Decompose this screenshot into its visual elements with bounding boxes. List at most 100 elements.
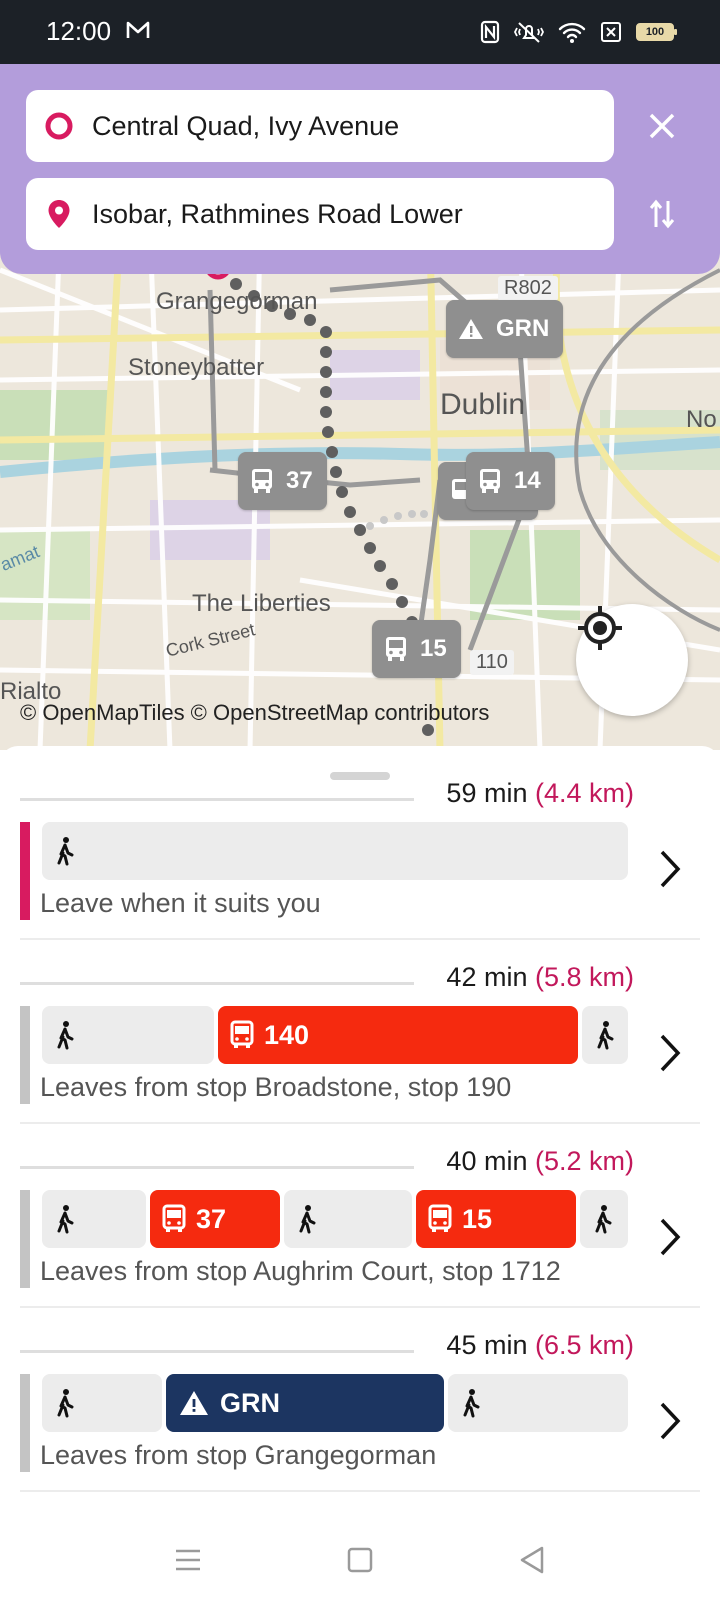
system-nav-bar xyxy=(0,1516,720,1600)
timeline-bar xyxy=(20,1350,414,1353)
nfc-icon xyxy=(480,20,500,44)
clear-button[interactable] xyxy=(638,102,686,150)
my-location-button[interactable] xyxy=(576,604,688,716)
leg-route-label: GRN xyxy=(220,1387,280,1418)
bus-icon xyxy=(428,1204,452,1232)
leg-route-label: 15 xyxy=(462,1203,493,1234)
itinerary-duration: 40 min xyxy=(446,1146,528,1176)
map-badge-15-label: 15 xyxy=(420,635,447,662)
destination-text: Isobar, Rathmines Road Lower xyxy=(92,198,463,229)
timeline-bar xyxy=(20,1166,414,1169)
walk-icon xyxy=(595,1205,612,1234)
divider xyxy=(20,1122,700,1124)
map-label-dublin: Dublin xyxy=(440,388,526,421)
itinerary-accent-bar xyxy=(20,1006,30,1104)
bus-leg: 15 xyxy=(416,1190,576,1248)
back-nav-icon[interactable] xyxy=(514,1542,550,1578)
itinerary-legs xyxy=(42,822,638,880)
map-view[interactable]: Grangegorman Stoneybatter Dublin The Lib… xyxy=(0,230,720,750)
chevron-right-icon[interactable] xyxy=(652,1208,692,1266)
map-badge-37-label: 37 xyxy=(286,467,313,494)
leg-route-label: 140 xyxy=(264,1019,310,1050)
map-badge-grn-label: GRN xyxy=(496,315,550,342)
origin-field[interactable]: Central Quad, Ivy Avenue xyxy=(26,90,614,162)
map-badge-14-label: 14 xyxy=(514,467,541,494)
walk-leg xyxy=(42,822,628,880)
walk-icon xyxy=(57,1205,74,1234)
walk-icon xyxy=(597,1021,614,1050)
map-label-liberties: The Liberties xyxy=(192,590,331,617)
map-label-no: No xyxy=(686,406,717,433)
crosshair-icon xyxy=(578,606,622,650)
itinerary-description: Leaves from stop Aughrim Court, stop 171… xyxy=(40,1256,561,1286)
bus-leg: 140 xyxy=(218,1006,578,1064)
itinerary-duration: 59 min xyxy=(446,778,528,808)
walk-icon xyxy=(57,1389,74,1418)
tram-leg: GRN xyxy=(166,1374,444,1432)
walk-leg xyxy=(42,1190,146,1248)
itinerary-description: Leaves from stop Grangegorman xyxy=(40,1440,437,1470)
itinerary-summary: 40 min (5.2 km) xyxy=(446,1146,634,1177)
walk-leg xyxy=(448,1374,628,1432)
map-label-r802: R802 xyxy=(498,276,558,301)
swap-button[interactable] xyxy=(638,190,686,238)
walk-leg xyxy=(582,1006,628,1064)
drag-handle[interactable] xyxy=(330,772,390,780)
warning-icon xyxy=(180,1391,208,1415)
itinerary-legs: 37 15 xyxy=(42,1190,638,1248)
walk-icon xyxy=(299,1205,316,1234)
timeline-bar xyxy=(20,982,414,985)
map-badge-37[interactable]: 37 xyxy=(238,452,327,510)
trip-planner-screen: 12:00 100 Grangegorman Stoneybatter Dubl… xyxy=(0,0,720,1600)
origin-text: Central Quad, Ivy Avenue xyxy=(92,110,400,141)
map-badge-14[interactable]: 14 xyxy=(466,452,555,510)
bus-icon xyxy=(252,469,272,493)
chevron-right-icon[interactable] xyxy=(652,840,692,898)
walk-leg xyxy=(284,1190,412,1248)
origin-circle-icon xyxy=(45,112,73,140)
location-pin-icon xyxy=(48,200,70,228)
sim-icon xyxy=(601,22,621,42)
itinerary-duration: 42 min xyxy=(446,962,528,992)
bus-icon xyxy=(162,1204,186,1232)
itinerary-distance: (6.5 km) xyxy=(534,1330,634,1360)
itinerary-accent-bar xyxy=(20,1374,30,1472)
destination-field[interactable]: Isobar, Rathmines Road Lower xyxy=(26,178,614,250)
home-nav-icon[interactable] xyxy=(342,1542,378,1578)
map-badge-15[interactable]: 15 xyxy=(372,620,461,678)
walk-leg xyxy=(580,1190,628,1248)
bus-leg: 37 xyxy=(150,1190,280,1248)
itinerary-sheet[interactable]: 59 min (4.4 km) Leave when it suits you 42… xyxy=(0,746,720,1516)
chevron-right-icon[interactable] xyxy=(652,1024,692,1082)
itinerary-description: Leaves from stop Broadstone, stop 190 xyxy=(40,1072,512,1102)
menu-nav-icon[interactable] xyxy=(170,1542,206,1578)
map-attribution[interactable]: © OpenMapTiles © OpenStreetMap contribut… xyxy=(20,700,489,726)
status-time: 12:00 xyxy=(46,16,112,46)
warning-icon xyxy=(459,319,483,339)
itinerary-duration: 45 min xyxy=(446,1330,528,1360)
walk-icon xyxy=(57,837,74,866)
itinerary-accent-bar xyxy=(20,822,30,920)
itinerary-summary: 42 min (5.8 km) xyxy=(446,962,634,993)
walk-icon xyxy=(57,1021,74,1050)
itinerary-description: Leave when it suits you xyxy=(40,888,321,918)
itinerary-distance: (5.2 km) xyxy=(534,1146,634,1176)
walk-leg xyxy=(42,1006,214,1064)
close-icon xyxy=(649,113,675,139)
status-icons: 100 xyxy=(480,18,677,46)
bus-icon xyxy=(386,637,406,661)
itinerary-summary: 59 min (4.4 km) xyxy=(446,778,634,809)
vibrate-icon xyxy=(514,22,544,43)
map-label-grangegorman: Grangegorman xyxy=(156,288,318,315)
itinerary-distance: (4.4 km) xyxy=(534,778,634,808)
itinerary-legs: 140 xyxy=(42,1006,638,1064)
map-badge-grn[interactable]: GRN xyxy=(446,300,564,358)
map-label-stoneybatter: Stoneybatter xyxy=(128,354,265,381)
leg-route-label: 37 xyxy=(196,1203,227,1234)
walk-icon xyxy=(463,1389,480,1418)
chevron-right-icon[interactable] xyxy=(652,1392,692,1450)
route-search-panel: Central Quad, Ivy Avenue Isobar, Rathmin… xyxy=(0,64,720,274)
itinerary-summary: 45 min (6.5 km) xyxy=(446,1330,634,1361)
status-bar: 12:00 100 xyxy=(0,0,720,64)
itinerary-accent-bar xyxy=(20,1190,30,1288)
